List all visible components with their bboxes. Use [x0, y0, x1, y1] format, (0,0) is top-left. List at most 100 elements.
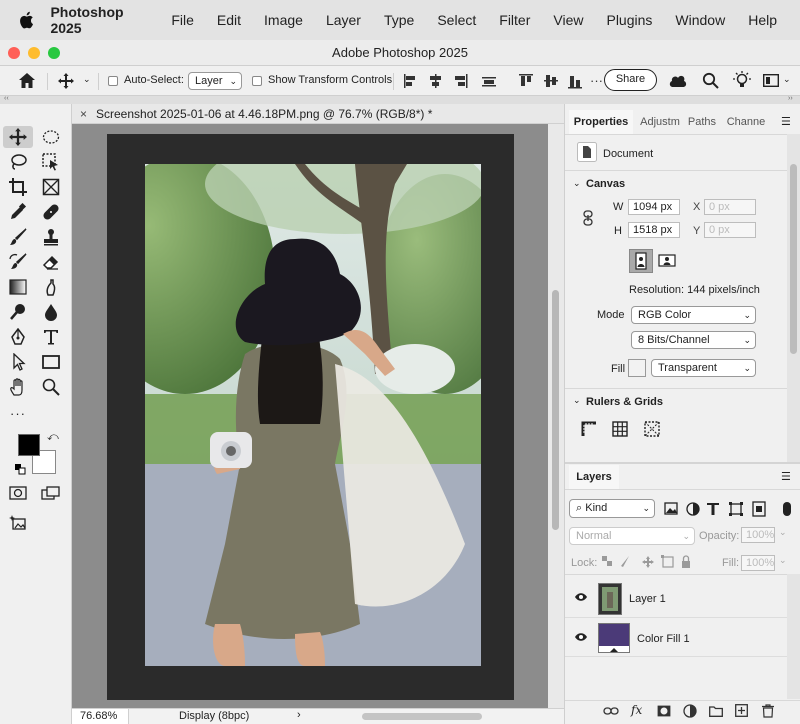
layers-scrollbar[interactable] — [787, 574, 800, 699]
y-field[interactable]: 0 px — [704, 222, 756, 238]
fill-dropdown[interactable]: Transparent ⌄ — [651, 359, 756, 377]
zoom-tool[interactable] — [36, 376, 66, 398]
new-layer-icon[interactable] — [735, 704, 748, 720]
tab-layers[interactable]: Layers — [569, 465, 619, 489]
menu-select[interactable]: Select — [437, 12, 476, 28]
eyedropper-tool[interactable] — [3, 201, 33, 223]
default-colors-icon[interactable] — [15, 462, 26, 480]
healing-brush-tool[interactable] — [36, 201, 66, 223]
fill-opacity-field[interactable]: 100% — [741, 555, 775, 571]
tab-properties[interactable]: Properties — [569, 110, 633, 134]
move-tool[interactable] — [3, 126, 33, 148]
brush-tool[interactable] — [3, 226, 33, 248]
scrollbar-thumb[interactable] — [552, 290, 559, 530]
link-layers-icon[interactable] — [603, 706, 619, 719]
menu-plugins[interactable]: Plugins — [606, 12, 652, 28]
opacity-chevron-icon[interactable]: ⌄ — [779, 527, 787, 538]
tab-paths[interactable]: Paths — [685, 110, 719, 134]
bit-depth-dropdown[interactable]: 8 Bits/Channel ⌄ — [631, 331, 756, 349]
fill-color-swatch[interactable] — [628, 359, 646, 377]
portrait-orientation-button[interactable] — [629, 249, 653, 273]
discover-lightbulb-icon[interactable] — [733, 71, 751, 93]
object-selection-tool[interactable] — [36, 151, 66, 173]
document-vertical-scrollbar[interactable] — [548, 124, 564, 708]
marquee-tool[interactable] — [36, 126, 66, 148]
visibility-eye-icon[interactable] — [574, 632, 588, 645]
blend-mode-dropdown[interactable]: Normal ⌄ — [569, 527, 695, 545]
document-tab[interactable]: × Screenshot 2025-01-06 at 4.46.18PM.png… — [72, 104, 564, 124]
collapse-right-icon[interactable]: ›› — [788, 95, 793, 102]
auto-select-dropdown[interactable]: Layer ⌄ — [188, 72, 242, 90]
type-tool[interactable] — [36, 326, 66, 348]
layer-effects-icon[interactable]: fx — [631, 703, 642, 717]
lock-icons[interactable] — [601, 555, 701, 569]
horizontal-scrollbar-thumb[interactable] — [362, 713, 482, 720]
share-button[interactable]: Share — [604, 69, 657, 91]
rulers-collapse-chevron-icon[interactable]: ⌄ — [573, 395, 581, 406]
history-brush-tool[interactable] — [3, 251, 33, 273]
screen-mode-tool[interactable] — [36, 482, 66, 504]
home-icon[interactable] — [18, 72, 36, 92]
canvas-collapse-chevron-icon[interactable]: ⌄ — [573, 178, 581, 189]
layer-filter-icons[interactable] — [663, 501, 779, 517]
more-options-icon[interactable]: ··· — [590, 73, 603, 88]
link-dimensions-icon[interactable] — [583, 210, 593, 229]
clone-stamp-tool[interactable] — [36, 226, 66, 248]
trash-icon[interactable] — [762, 704, 774, 721]
layer-row[interactable]: Layer 1 — [565, 580, 787, 618]
menu-view[interactable]: View — [553, 12, 583, 28]
edit-toolbar-icon[interactable]: ··· — [3, 402, 33, 424]
menu-edit[interactable]: Edit — [217, 12, 241, 28]
layer-name[interactable]: Color Fill 1 — [637, 633, 690, 645]
layer-name[interactable]: Layer 1 — [629, 593, 666, 605]
tool-preset-chevron-icon[interactable]: ⌄ — [83, 74, 91, 85]
quick-mask-tool[interactable] — [3, 482, 33, 504]
canvas-photo-image[interactable] — [145, 164, 481, 666]
swap-colors-icon[interactable]: ⤺ — [47, 431, 59, 444]
gradient-tool[interactable] — [3, 276, 33, 298]
layer-row[interactable]: Color Fill 1 — [565, 619, 787, 657]
rectangle-tool[interactable] — [36, 351, 66, 373]
app-menu[interactable]: Photoshop 2025 — [50, 4, 149, 36]
path-selection-tool[interactable] — [3, 351, 33, 373]
menu-help[interactable]: Help — [748, 12, 777, 28]
cloud-docs-icon[interactable] — [668, 72, 688, 93]
layer-filter-kind-dropdown[interactable]: ⌕ Kind ⌄ — [569, 499, 655, 518]
zoom-window-button[interactable] — [48, 47, 60, 59]
width-field[interactable]: 1094 px — [628, 199, 680, 215]
visibility-eye-icon[interactable] — [574, 592, 588, 605]
info-arrow-icon[interactable]: › — [297, 709, 301, 721]
add-mask-icon[interactable] — [657, 705, 671, 720]
search-icon[interactable] — [702, 72, 719, 92]
opacity-field[interactable]: 100% — [741, 527, 775, 543]
generative-tool[interactable] — [3, 512, 33, 534]
menu-file[interactable]: File — [171, 12, 194, 28]
zoom-level-field[interactable]: 76.68% — [72, 709, 129, 724]
close-tab-icon[interactable]: × — [80, 104, 87, 124]
layers-panel-menu-icon[interactable]: ☰ — [781, 470, 791, 483]
document-info[interactable]: Display (8bpc) — [179, 710, 249, 722]
menu-type[interactable]: Type — [384, 12, 414, 28]
apple-icon[interactable] — [18, 11, 34, 29]
crop-tool[interactable] — [3, 176, 33, 198]
properties-scrollbar[interactable] — [787, 134, 800, 464]
close-window-button[interactable] — [8, 47, 20, 59]
minimize-window-button[interactable] — [28, 47, 40, 59]
filter-toggle-switch[interactable] — [783, 502, 791, 516]
grid-icon[interactable] — [612, 421, 628, 440]
menu-window[interactable]: Window — [675, 12, 725, 28]
hand-tool[interactable] — [3, 376, 33, 398]
move-tool-icon[interactable] — [58, 73, 74, 92]
pen-tool[interactable] — [3, 326, 33, 348]
foreground-color-swatch[interactable] — [18, 434, 40, 456]
menu-layer[interactable]: Layer — [326, 12, 361, 28]
menu-filter[interactable]: Filter — [499, 12, 530, 28]
properties-scrollbar-thumb[interactable] — [790, 164, 797, 354]
guides-icon[interactable] — [644, 421, 660, 440]
workspace-icon[interactable] — [762, 73, 780, 90]
tab-channels[interactable]: Channe — [722, 110, 770, 134]
landscape-orientation-button[interactable] — [656, 249, 680, 273]
rulers-icon[interactable] — [581, 421, 597, 440]
panel-menu-icon[interactable]: ☰ — [781, 115, 791, 128]
eraser-tool[interactable] — [36, 251, 66, 273]
